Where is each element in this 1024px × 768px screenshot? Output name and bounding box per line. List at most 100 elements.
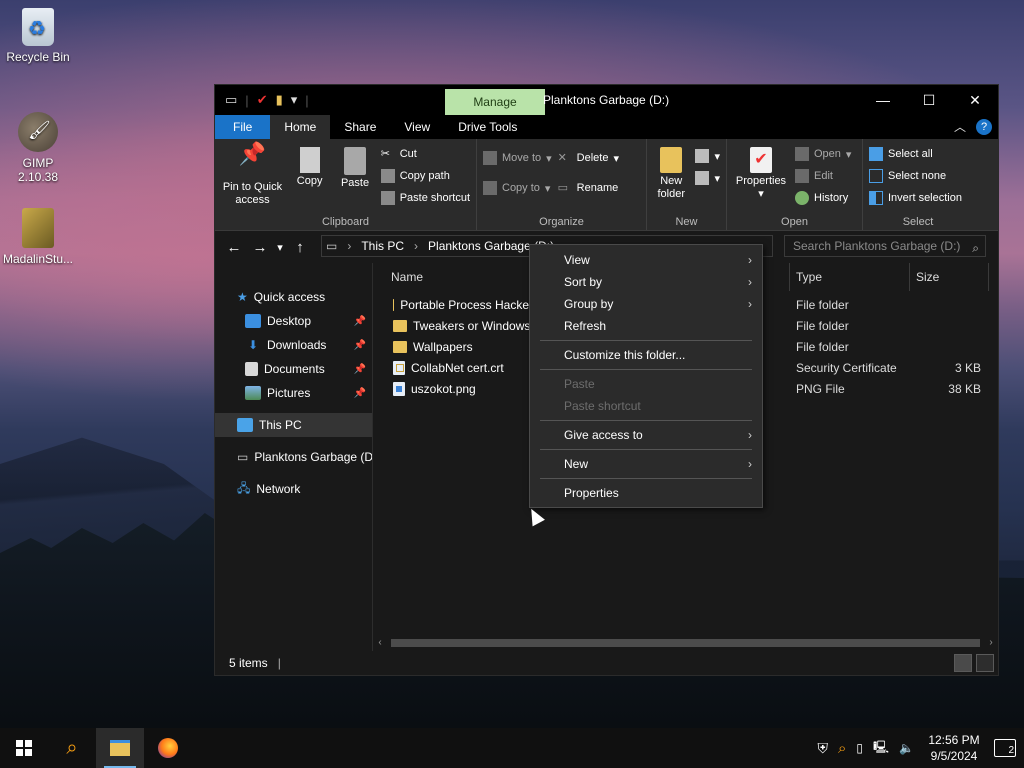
chevron-right-icon: › [748, 297, 752, 311]
select-none-icon [869, 169, 883, 183]
menu-item-give-access[interactable]: Give access to › [530, 424, 762, 446]
menu-item-properties[interactable]: Properties [530, 482, 762, 504]
nav-pictures[interactable]: Pictures 📌 [215, 381, 372, 405]
easy-access-icon [695, 171, 710, 185]
nav-desktop[interactable]: Desktop 📌 [215, 309, 372, 333]
paste-shortcut-icon [380, 191, 395, 205]
certificate-icon [393, 361, 405, 375]
tab-share[interactable]: Share [330, 115, 390, 139]
close-button[interactable]: ✕ [952, 85, 998, 115]
taskbar-file-explorer[interactable] [96, 728, 144, 768]
menu-item-view[interactable]: View › [530, 249, 762, 271]
tab-manage[interactable]: Manage [445, 89, 545, 115]
edit-button[interactable]: Edit [795, 167, 851, 185]
menu-item-customize-folder[interactable]: Customize this folder... [530, 344, 762, 366]
clock[interactable]: 12:56 PM 9/5/2024 [924, 732, 984, 764]
context-menu: View › Sort by › Group by › Refresh Customi… [529, 244, 763, 508]
paste-icon [344, 147, 366, 175]
title-bar[interactable]: ▭ | ✔ ▮ ▾ | Manage Planktons Garbage (D:… [215, 85, 998, 115]
system-tray: ⛨ ⌕ ▯ 🖳 🔈 12:56 PM 9/5/2024 2 [818, 728, 1024, 768]
notification-count: 2 [1008, 745, 1014, 756]
tab-drive-tools[interactable]: Drive Tools [444, 115, 531, 139]
help-icon[interactable]: ? [976, 118, 992, 135]
usb-icon[interactable]: ▯ [856, 741, 863, 755]
column-header-type[interactable]: Type [789, 263, 822, 291]
open-button[interactable]: Open ▾ [795, 145, 851, 163]
copy-path-button[interactable]: Copy path [380, 167, 470, 185]
column-header-name[interactable]: Name [391, 270, 423, 284]
paste-shortcut-button[interactable]: Paste shortcut [380, 189, 470, 207]
forward-button[interactable]: → [247, 239, 273, 256]
details-view-button[interactable] [954, 654, 972, 672]
search-taskbar-button[interactable]: ⌕ [48, 728, 96, 768]
invert-selection-button[interactable]: Invert selection [869, 189, 962, 207]
large-icons-view-button[interactable] [976, 654, 994, 672]
menu-item-paste-shortcut: Paste shortcut [564, 399, 641, 413]
search-input[interactable]: Search Planktons Garbage (D:) ⌕ [784, 235, 986, 257]
notification-center-button[interactable]: 2 [994, 739, 1016, 757]
desktop-icon [245, 314, 261, 328]
nav-quick-access[interactable]: ★ Quick access [215, 285, 372, 309]
move-to-button[interactable]: Move to ▾ [483, 149, 552, 167]
download-icon: ⬇ [247, 338, 259, 352]
maximize-button[interactable]: ☐ [906, 85, 952, 115]
desktop-icon-label: GIMP 2.10.38 [17, 156, 59, 184]
tab-view[interactable]: View [390, 115, 444, 139]
menu-item-sort-by[interactable]: Sort by › [530, 271, 762, 293]
folder-icon [393, 299, 395, 311]
select-none-button[interactable]: Select none [869, 167, 962, 185]
edit-icon [795, 169, 809, 183]
recent-locations-button[interactable]: ▾ [273, 241, 287, 254]
taskbar-firefox[interactable] [144, 728, 192, 768]
pin-icon: 📌 [353, 363, 366, 375]
column-header-size[interactable]: Size [909, 263, 989, 291]
collapse-ribbon-icon[interactable]: ︿ [954, 118, 966, 135]
volume-muted-icon[interactable]: 🔈 [899, 741, 914, 755]
properties-quick-icon[interactable]: ✔ [257, 92, 268, 108]
menu-item-new[interactable]: New › [530, 453, 762, 475]
delete-icon: ✕ [557, 152, 567, 164]
pin-icon: 📌 [353, 339, 366, 351]
security-icon[interactable]: ⛨ [818, 740, 829, 757]
breadcrumb-separator: › [414, 239, 419, 253]
cut-button[interactable]: ✂ Cut [381, 145, 470, 163]
horizontal-scrollbar[interactable]: ‹ › [373, 635, 998, 651]
menu-item-group-by[interactable]: Group by › [530, 293, 762, 315]
tab-file[interactable]: File [215, 115, 271, 139]
nav-this-pc[interactable]: This PC [215, 413, 372, 437]
back-button[interactable]: ← [221, 239, 247, 256]
copy-to-button[interactable]: Copy to ▾ [483, 179, 552, 197]
rename-button[interactable]: ▭ Rename [558, 179, 619, 197]
quick-access-toolbar: ▭ | ✔ ▮ ▾ | [225, 92, 309, 108]
new-item-button[interactable]: ▾ [695, 147, 720, 165]
nav-documents[interactable]: Documents 📌 [215, 357, 372, 381]
easy-access-button[interactable]: ▾ [695, 169, 720, 187]
tab-home[interactable]: Home [270, 115, 331, 139]
menu-item-refresh[interactable]: Refresh [530, 315, 762, 337]
nav-drive[interactable]: ▭ Planktons Garbage (D:) [215, 445, 372, 469]
desktop-icon-recycle-bin[interactable]: Recycle Bin [2, 8, 74, 64]
new-folder-quick-icon[interactable]: ▮ [276, 92, 283, 108]
scrollbar-thumb[interactable] [391, 639, 980, 647]
move-to-icon [483, 151, 497, 165]
nav-downloads[interactable]: ⬇ Downloads 📌 [215, 333, 372, 357]
window-title: Planktons Garbage (D:) [543, 93, 670, 107]
delete-button[interactable]: ✕ Delete ▾ [558, 149, 619, 167]
history-button[interactable]: History [795, 189, 851, 207]
scroll-left-icon[interactable]: ‹ [373, 635, 387, 651]
search-tray-icon[interactable]: ⌕ [838, 740, 846, 757]
select-all-button[interactable]: Select all [869, 145, 962, 163]
group-label-organize: Organize [539, 216, 584, 228]
scroll-right-icon[interactable]: › [984, 635, 998, 651]
minimize-button[interactable]: — [860, 85, 906, 115]
start-button[interactable] [0, 728, 48, 768]
desktop-icon-gimp[interactable]: GIMP 2.10.38 [2, 112, 74, 184]
network-icon[interactable]: 🖳 [873, 738, 889, 759]
ribbon-group-organize: Move to ▾ Copy to ▾ ✕ Delete ▾ ▭ Rename Organ… [477, 139, 647, 230]
up-button[interactable]: ↑ [287, 239, 313, 256]
nav-network[interactable]: 🖧 Network [215, 477, 372, 501]
breadcrumb-this-pc[interactable]: This PC [361, 239, 404, 253]
properties-icon: ✔ [750, 147, 772, 173]
chevron-down-icon[interactable]: ▾ [291, 92, 298, 108]
desktop-icon-madalinstudio[interactable]: MadalinStu... [2, 208, 74, 266]
